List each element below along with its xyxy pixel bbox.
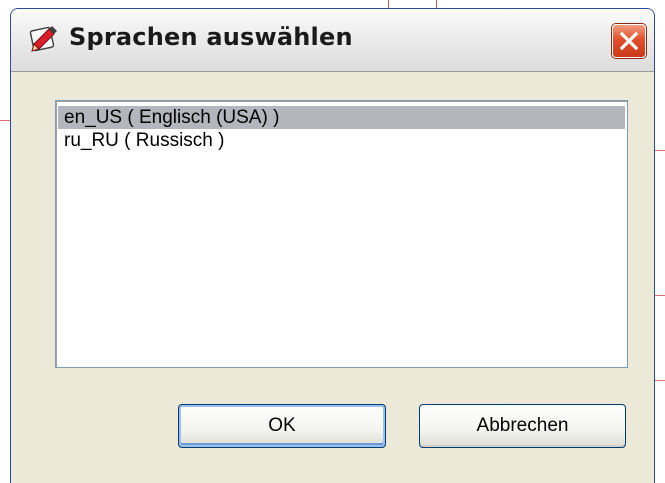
background-guide-line: [436, 0, 437, 8]
language-listbox[interactable]: en_US ( Englisch (USA) ) ru_RU ( Russisc…: [55, 100, 628, 368]
close-button[interactable]: [612, 24, 646, 58]
title-bar[interactable]: Sprachen auswählen: [11, 9, 654, 72]
background-guide-line: [388, 0, 389, 8]
close-icon: [619, 31, 639, 51]
dialog-title: Sprachen auswählen: [69, 23, 353, 51]
list-item-ru-ru[interactable]: ru_RU ( Russisch ): [58, 129, 625, 152]
cancel-button[interactable]: Abbrechen: [419, 404, 626, 448]
background-guide-line: [0, 120, 10, 121]
background-guide-line: [655, 150, 665, 151]
language-select-dialog: Sprachen auswählen en_US ( Englisch (USA…: [10, 8, 655, 483]
app-pen-icon: [27, 22, 59, 54]
list-item-en-us[interactable]: en_US ( Englisch (USA) ): [58, 106, 625, 129]
background-guide-line: [655, 295, 665, 296]
ok-button[interactable]: OK: [178, 404, 386, 448]
background-guide-line: [655, 380, 665, 381]
